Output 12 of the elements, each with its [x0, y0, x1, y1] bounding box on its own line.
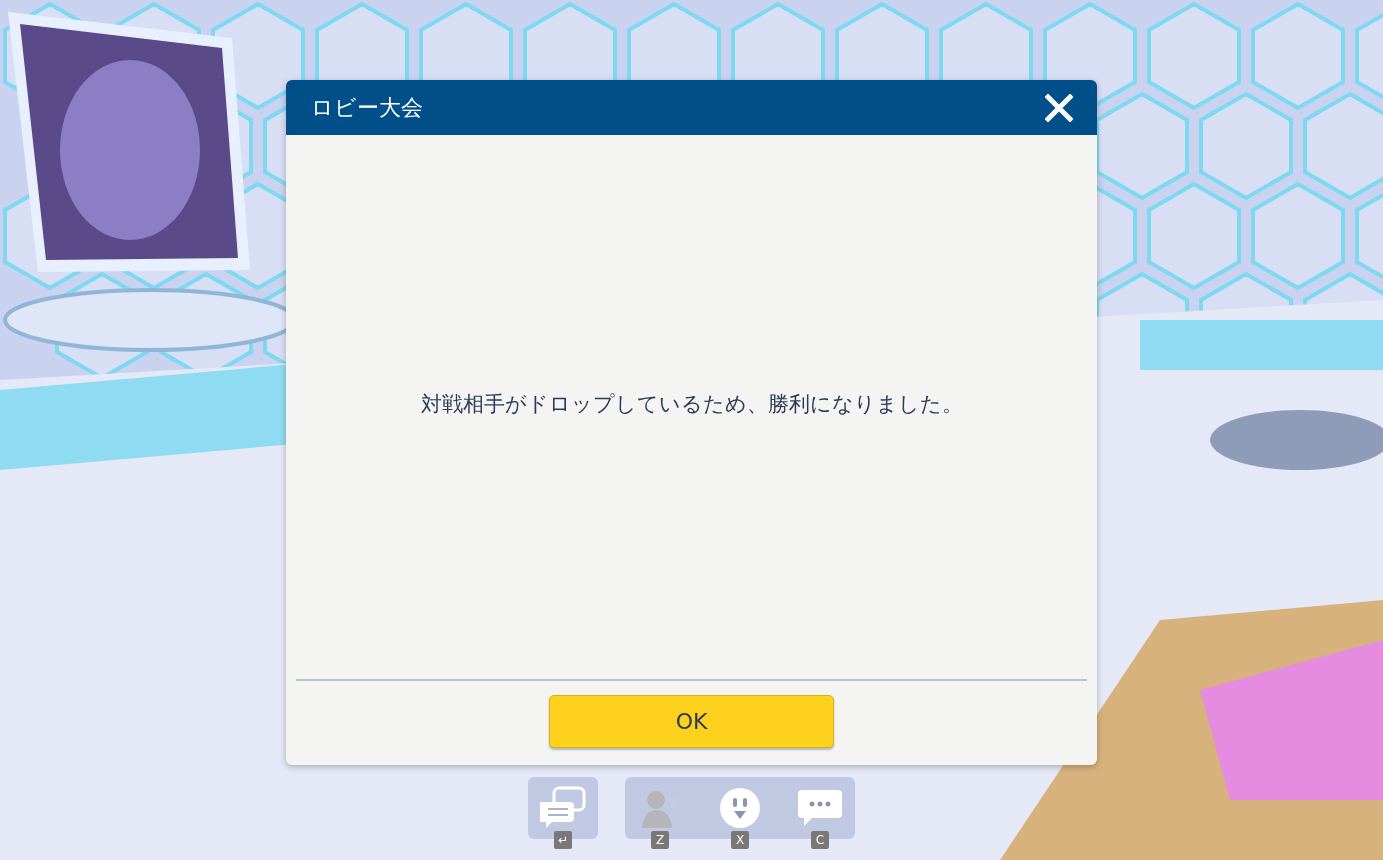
key-hint: Z [651, 831, 669, 849]
chat-bubbles-icon [540, 786, 586, 830]
key-hint: C [811, 831, 829, 849]
speech-bubble-icon [797, 788, 843, 828]
key-hint: X [731, 831, 749, 849]
ok-button[interactable]: OK [549, 695, 834, 748]
key-hint: ↵ [554, 831, 572, 849]
close-icon [1045, 93, 1073, 122]
smiley-icon [719, 787, 761, 829]
dialog-message: 対戦相手がドロップしているため、勝利になりました。 [420, 391, 963, 418]
dialog-title: ロビー大会 [311, 93, 423, 122]
close-button[interactable] [1043, 91, 1075, 124]
